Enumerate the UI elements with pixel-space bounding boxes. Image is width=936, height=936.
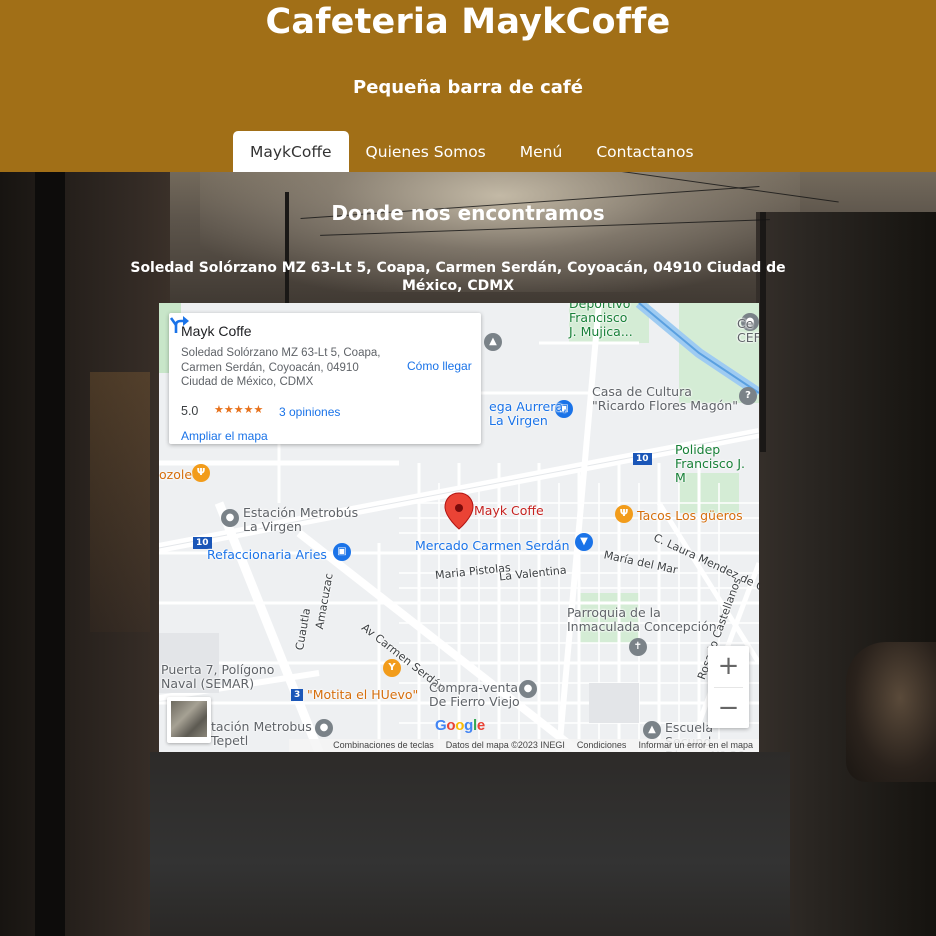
keyboard-shortcuts-link[interactable]: Combinaciones de teclas (333, 739, 434, 752)
church-icon[interactable]: ✝ (629, 638, 647, 656)
place-address: Soledad Solórzano MZ 63-Lt 5, Coapa, Car… (181, 347, 381, 388)
school-icon[interactable]: ▲ (643, 721, 661, 739)
map-label-bodega: ega Aurrera, La Virgen (489, 399, 567, 428)
zone-block (589, 683, 639, 723)
report-error-link[interactable]: Informar un error en el mapa (638, 739, 753, 752)
restaurant-icon[interactable]: Ψ (192, 464, 210, 482)
transit-icon[interactable]: ● (221, 509, 239, 527)
street-view-thumbnail[interactable] (167, 697, 211, 743)
window-glow (90, 372, 150, 632)
section-title: Donde nos encontramos (331, 201, 605, 225)
restaurant-icon[interactable]: Ψ (615, 505, 633, 523)
nav-item-contactanos[interactable]: Contactanos (579, 131, 710, 172)
terms-link[interactable]: Condiciones (577, 739, 627, 752)
directions-link[interactable]: Cómo llegar (407, 359, 472, 373)
map-label-compra-venta: Compra-venta De Fierro Viejo (429, 680, 520, 709)
place-name: Mayk Coffe (181, 323, 252, 339)
map-label-deportivo: Deportivo Francisco J. Mujica... (569, 303, 633, 339)
building-pillar (35, 172, 65, 936)
street-road (150, 752, 790, 936)
map-label-mayk-coffe: Mayk Coffe (474, 503, 544, 518)
map-label-tacos: Tacos Los güeros (637, 508, 743, 523)
map-data-text: Datos del mapa ©2023 INEGI (445, 740, 565, 750)
map-label-ozole: ozole (159, 467, 193, 482)
transit-icon[interactable]: ● (315, 719, 333, 737)
embedded-map[interactable]: ▲ ● ? ▣ Ψ ● Ψ ▣ ▼ ✝ Y ● ● ▲ 10 10 3 Depo… (159, 303, 759, 752)
map-label-puerta7: Puerta 7, Polígono Naval (SEMAR) (161, 662, 275, 691)
site-subtitle: Pequeña barra de café (353, 77, 583, 98)
map-label-estacion-virgen: Estación Metrobús La Virgen (243, 505, 359, 534)
route-3-badge: 3 (291, 689, 304, 701)
site-title: Cafeteria MaykCoffe (265, 2, 671, 42)
landmark-icon[interactable]: ? (739, 387, 757, 405)
map-pin-dot (455, 504, 463, 512)
zoom-out-button[interactable]: − (708, 688, 749, 728)
site-header: Cafeteria MaykCoffe Pequeña barra de caf… (0, 0, 936, 172)
zoom-controls: + − (708, 646, 749, 728)
enlarge-map-link[interactable]: Ampliar el mapa (181, 429, 268, 443)
map-label-parroquia: Parroquia de la Inmaculada Concepción (567, 605, 717, 634)
zoom-in-button[interactable]: + (708, 646, 749, 686)
museum-icon[interactable]: ▲ (484, 333, 502, 351)
rating-stars-icon: ★★★★★ (214, 404, 264, 416)
nav-item-menu[interactable]: Menú (503, 131, 580, 172)
map-label-cefoz: Ce CEF (737, 316, 759, 345)
map-label-refaccionaria: Refaccionaria Aries (207, 547, 327, 562)
map-label-mercado: Mercado Carmen Serdán (415, 538, 570, 553)
route-10-badge: 10 (633, 453, 652, 465)
nav-item-home[interactable]: MaykCoffe (233, 131, 349, 172)
map-label-polideportivo: Polidep Francisco J. M (675, 442, 746, 485)
landmark-icon[interactable]: ● (519, 680, 537, 698)
shopping-icon[interactable]: ▼ (575, 533, 593, 551)
reviews-link[interactable]: 3 opiniones (279, 405, 340, 419)
directions-icon[interactable] (169, 313, 191, 335)
map-label-casa-cultura: Casa de Cultura "Ricardo Flores Magón" (592, 384, 738, 413)
map-attribution-bar: Combinaciones de teclas Datos del mapa ©… (289, 739, 759, 752)
utility-pole (760, 212, 766, 452)
place-info-card: Mayk Coffe Soledad Solórzano MZ 63-Lt 5,… (169, 313, 481, 444)
place-rating: 5.0 (181, 404, 199, 418)
address-text: Soledad Solórzano MZ 63-Lt 5, Coapa, Car… (130, 260, 786, 294)
street-view-image (171, 701, 207, 737)
parked-car (846, 642, 936, 782)
map-label-motita: "Motita el HUevo" (307, 687, 419, 702)
google-logo: Google (435, 717, 485, 734)
shopping-icon[interactable]: ▣ (333, 543, 351, 561)
nav-item-quienes-somos[interactable]: Quienes Somos (349, 131, 503, 172)
main-nav: MaykCoffe Quienes Somos Menú Contactanos (233, 131, 711, 172)
